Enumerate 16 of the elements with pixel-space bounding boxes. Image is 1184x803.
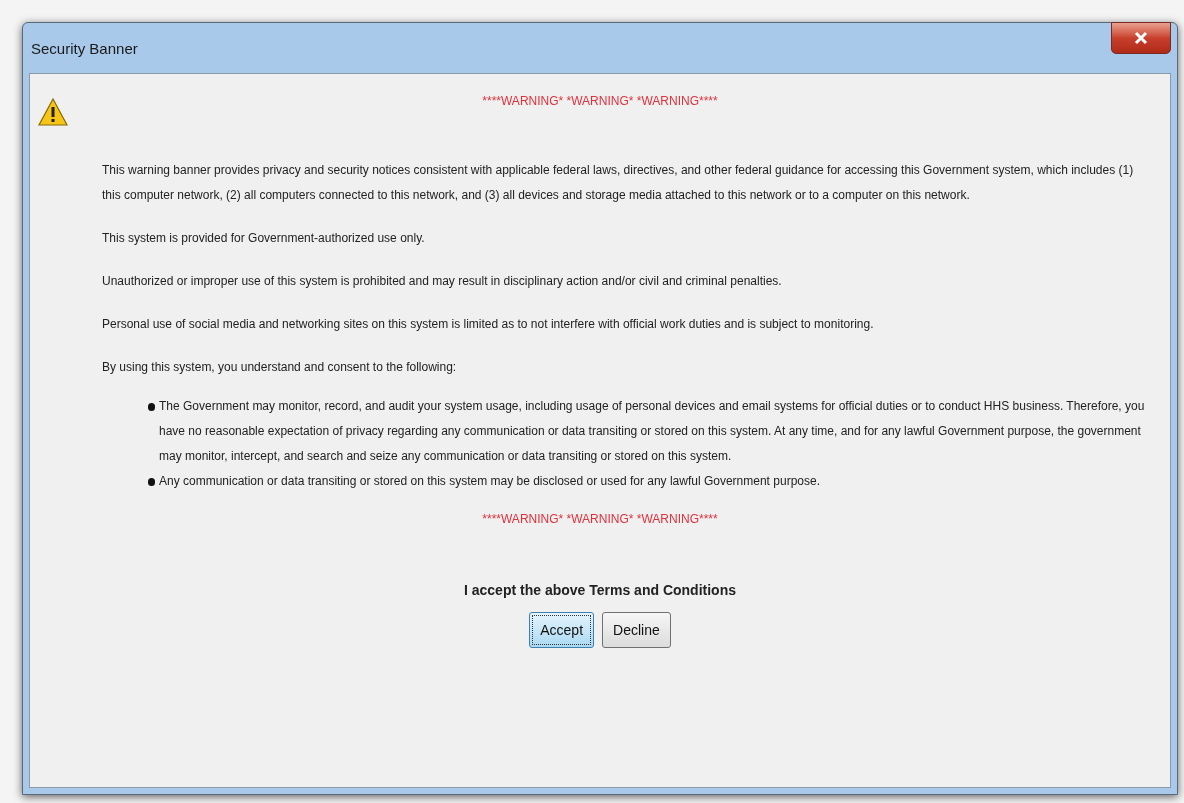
consent-item: Any communication or data transiting or stored on this system may be disclosed or used for any lawful Government purpose. bbox=[159, 473, 820, 490]
accept-prompt: I accept the above Terms and Conditions bbox=[464, 582, 736, 598]
consent-item: The Government may monitor, record, and audit your system usage, including usage of personal devices and email systems for official duties or to conduct HHS business. Therefore, you have no reasonable expectation of privacy regarding any communication or data transiting or stored on this system. At any time, and for any lawful Government purpose, the government may monitor, intercept, and search and seize any communication or data transiting or stored on this system. bbox=[159, 398, 1146, 465]
notice-paragraph: By using this system, you understand and consent to the following: bbox=[102, 359, 458, 376]
warning-footer: ****WARNING* *WARNING* *WARNING**** bbox=[482, 512, 718, 526]
notice-paragraph: Personal use of social media and networking sites on this system is limited as to not interfere with official work duties and is subject to monitoring. bbox=[102, 316, 875, 333]
warning-heading: ****WARNING* *WARNING* *WARNING**** bbox=[482, 94, 718, 108]
close-button[interactable] bbox=[1111, 22, 1171, 54]
notice-paragraph: This system is provided for Government-authorized use only. bbox=[102, 230, 426, 247]
warning-icon bbox=[38, 98, 68, 126]
notice-paragraph: This warning banner provides privacy and security notices consistent with applicable federal laws, directives, and other federal guidance for accessing this Government system, which includes (1) this computer network, (2) all computers connected to this network, and (3) all devices and storage media attached to this network or to a computer on this network. bbox=[102, 162, 1135, 204]
close-icon bbox=[1134, 31, 1148, 45]
dialog-button[interactable]: Accept bbox=[529, 612, 595, 648]
dialog-button[interactable]: Decline bbox=[602, 612, 671, 648]
window-title: Security Banner bbox=[30, 38, 138, 59]
notice-paragraph: Unauthorized or improper use of this system is prohibited and may result in disciplinary action and/or civil and criminal penalties. bbox=[102, 273, 783, 290]
